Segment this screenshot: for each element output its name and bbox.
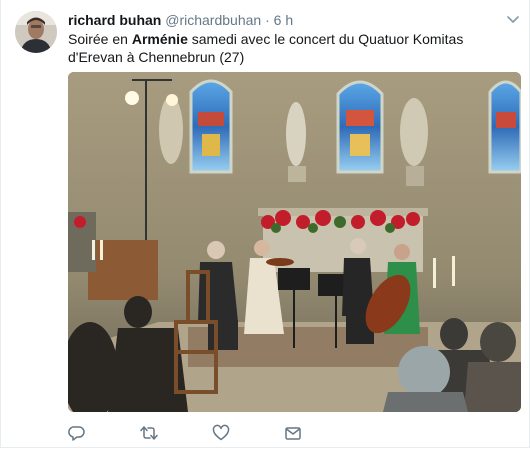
tweet-actions [68, 424, 328, 442]
envelope-icon[interactable] [284, 424, 302, 442]
separator-dot: · [265, 12, 270, 28]
window-left [189, 79, 233, 174]
avatar[interactable] [15, 11, 57, 53]
tweet-text-before: Soirée en [68, 31, 132, 47]
heart-icon[interactable] [212, 424, 230, 442]
retweet-icon[interactable] [140, 424, 158, 442]
window-right [488, 80, 521, 174]
tweet-photo[interactable] [68, 72, 521, 412]
reply-icon[interactable] [68, 424, 86, 442]
tweet-card[interactable]: richard buhan @richardbuhan · 6 h Soirée… [0, 0, 530, 448]
tweet-time[interactable]: 6 h [274, 12, 293, 28]
author-name[interactable]: richard buhan [68, 12, 161, 28]
tweet-header: richard buhan @richardbuhan · 6 h [68, 11, 293, 29]
author-handle[interactable]: @richardbuhan [165, 12, 261, 28]
tweet-text: Soirée en Arménie samedi avec le concert… [68, 30, 518, 66]
window-center [336, 80, 384, 174]
chevron-down-icon[interactable] [506, 12, 520, 26]
tweet-text-bold[interactable]: Arménie [132, 31, 188, 47]
